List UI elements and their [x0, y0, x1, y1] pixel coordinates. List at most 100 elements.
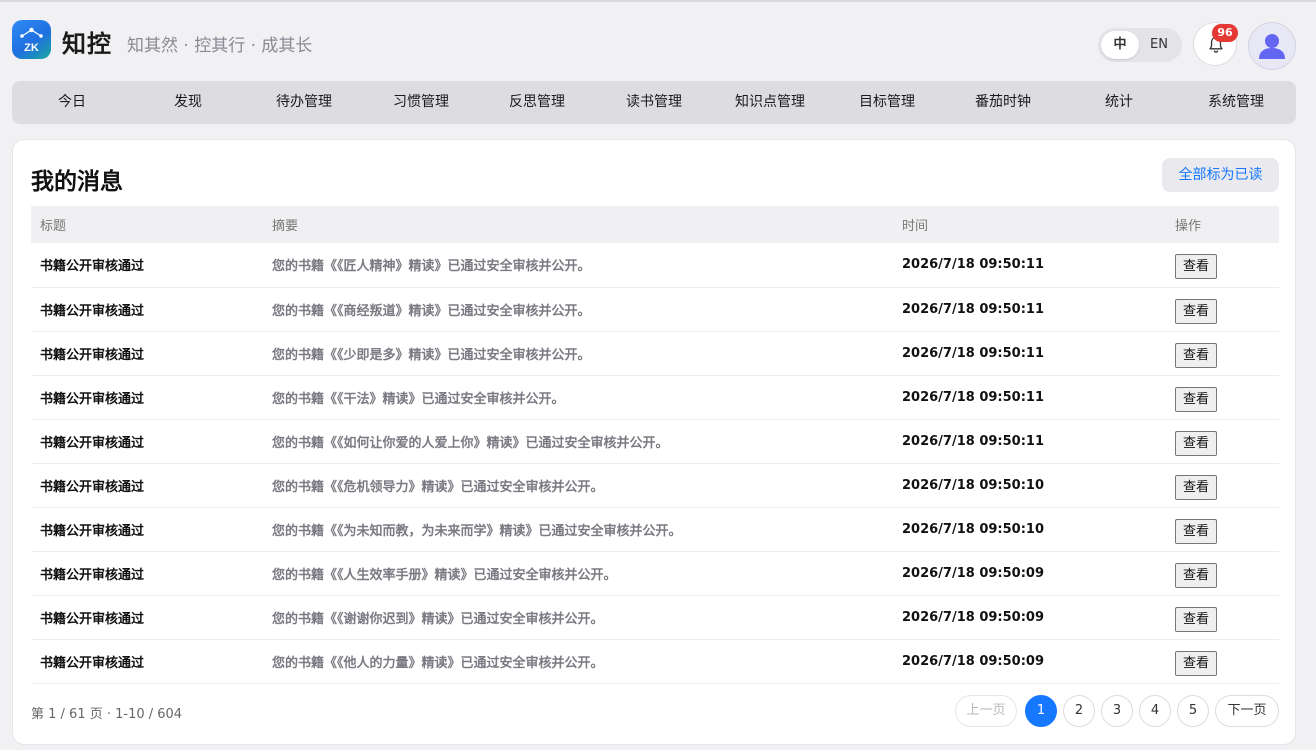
message-summary: 您的书籍《《干法》精读》已通过安全审核并公开。: [263, 375, 893, 420]
message-actions: 查看: [1166, 595, 1279, 640]
message-actions: 查看: [1166, 287, 1279, 332]
view-button[interactable]: 查看: [1175, 386, 1218, 412]
message-title: 书籍公开审核通过: [31, 331, 263, 376]
nav-item-habits[interactable]: 习惯管理: [363, 81, 479, 124]
message-actions: 查看: [1166, 639, 1279, 684]
message-actions: 查看: [1166, 419, 1279, 464]
column-header-time: 时间: [893, 206, 1166, 243]
page-button-2[interactable]: 2: [1063, 695, 1095, 727]
message-title: 书籍公开审核通过: [31, 595, 263, 640]
message-actions: 查看: [1166, 243, 1279, 288]
messages-card: 我的消息 全部标为已读 标题 摘要 时间 操作 书籍公开审核通过 您的书籍《《匠…: [12, 139, 1296, 745]
message-time: 2026/7/18 09:50:11: [893, 287, 1166, 332]
message-summary: 您的书籍《《谢谢你迟到》精读》已通过安全审核并公开。: [263, 595, 893, 640]
language-switch[interactable]: 中 EN: [1098, 28, 1182, 62]
column-header-title: 标题: [31, 206, 263, 243]
app-header: ZK 知控 知其然 · 控其行 · 成其长 中 EN 96: [0, 2, 1316, 78]
message-time: 2026/7/18 09:50:11: [893, 331, 1166, 376]
message-summary: 您的书籍《《人生效率手册》精读》已通过安全审核并公开。: [263, 551, 893, 596]
table-row: 书籍公开审核通过 您的书籍《《人生效率手册》精读》已通过安全审核并公开。 202…: [31, 551, 1279, 596]
message-summary: 您的书籍《《他人的力量》精读》已通过安全审核并公开。: [263, 639, 893, 684]
page-button-4[interactable]: 4: [1139, 695, 1171, 727]
message-title: 书籍公开审核通过: [31, 375, 263, 420]
lang-option-zh[interactable]: 中: [1101, 31, 1139, 59]
nav-item-stats[interactable]: 统计: [1061, 81, 1177, 124]
view-button[interactable]: 查看: [1175, 606, 1218, 632]
message-actions: 查看: [1166, 507, 1279, 552]
message-summary: 您的书籍《《商经叛道》精读》已通过安全审核并公开。: [263, 287, 893, 332]
view-button[interactable]: 查看: [1175, 254, 1218, 280]
table-header-row: 标题 摘要 时间 操作: [31, 206, 1279, 243]
brand-name: 知控: [62, 30, 112, 58]
message-summary: 您的书籍《《如何让你爱的人爱上你》精读》已通过安全审核并公开。: [263, 419, 893, 464]
nav-item-discover[interactable]: 发现: [130, 81, 246, 124]
message-summary: 您的书籍《《危机领导力》精读》已通过安全审核并公开。: [263, 463, 893, 508]
table-row: 书籍公开审核通过 您的书籍《《少即是多》精读》已通过安全审核并公开。 2026/…: [31, 331, 1279, 376]
message-title: 书籍公开审核通过: [31, 639, 263, 684]
message-actions: 查看: [1166, 375, 1279, 420]
message-title: 书籍公开审核通过: [31, 419, 263, 464]
column-header-actions: 操作: [1166, 206, 1279, 243]
mark-all-read-button[interactable]: 全部标为已读: [1162, 158, 1279, 192]
logo-text: ZK: [24, 42, 39, 54]
view-button[interactable]: 查看: [1175, 650, 1218, 676]
message-time: 2026/7/18 09:50:11: [893, 419, 1166, 464]
nav-item-pomodoro[interactable]: 番茄时钟: [945, 81, 1061, 124]
user-avatar[interactable]: [1248, 22, 1296, 70]
message-summary: 您的书籍《《少即是多》精读》已通过安全审核并公开。: [263, 331, 893, 376]
app-logo[interactable]: ZK: [12, 20, 51, 59]
message-actions: 查看: [1166, 551, 1279, 596]
nav-item-reflection[interactable]: 反思管理: [479, 81, 595, 124]
message-time: 2026/7/18 09:50:09: [893, 595, 1166, 640]
message-summary: 您的书籍《《匠人精神》精读》已通过安全审核并公开。: [263, 243, 893, 288]
next-page-button[interactable]: 下一页: [1215, 695, 1279, 727]
page-title: 我的消息: [31, 169, 123, 195]
page-button-1[interactable]: 1: [1025, 695, 1057, 727]
logo-network-icon: ZK: [20, 27, 43, 54]
message-time: 2026/7/18 09:50:10: [893, 463, 1166, 508]
main-nav: 今日 发现 待办管理 习惯管理 反思管理 读书管理 知识点管理 目标管理 番茄时…: [12, 81, 1296, 124]
message-actions: 查看: [1166, 463, 1279, 508]
table-row: 书籍公开审核通过 您的书籍《《危机领导力》精读》已通过安全审核并公开。 2026…: [31, 463, 1279, 508]
table-row: 书籍公开审核通过 您的书籍《《为未知而教，为未来而学》精读》已通过安全审核并公开…: [31, 507, 1279, 552]
table-row: 书籍公开审核通过 您的书籍《《匠人精神》精读》已通过安全审核并公开。 2026/…: [31, 243, 1279, 288]
message-time: 2026/7/18 09:50:10: [893, 507, 1166, 552]
lang-option-en[interactable]: EN: [1140, 31, 1178, 59]
notification-count-badge: 96: [1212, 24, 1238, 42]
nav-item-knowledge[interactable]: 知识点管理: [712, 81, 828, 124]
user-icon: [1259, 34, 1285, 59]
message-summary: 您的书籍《《为未知而教，为未来而学》精读》已通过安全审核并公开。: [263, 507, 893, 552]
table-row: 书籍公开审核通过 您的书籍《《如何让你爱的人爱上你》精读》已通过安全审核并公开。…: [31, 419, 1279, 464]
view-button[interactable]: 查看: [1175, 298, 1218, 324]
nav-item-today[interactable]: 今日: [14, 81, 130, 124]
prev-page-button[interactable]: 上一页: [955, 695, 1017, 727]
page-button-5[interactable]: 5: [1177, 695, 1209, 727]
column-header-summary: 摘要: [263, 206, 893, 243]
nav-item-system[interactable]: 系统管理: [1178, 81, 1294, 124]
message-time: 2026/7/18 09:50:09: [893, 639, 1166, 684]
message-time: 2026/7/18 09:50:09: [893, 551, 1166, 596]
view-button[interactable]: 查看: [1175, 430, 1218, 456]
message-title: 书籍公开审核通过: [31, 551, 263, 596]
message-time: 2026/7/18 09:50:11: [893, 375, 1166, 420]
table-row: 书籍公开审核通过 您的书籍《《干法》精读》已通过安全审核并公开。 2026/7/…: [31, 375, 1279, 420]
nav-item-goals[interactable]: 目标管理: [829, 81, 945, 124]
message-title: 书籍公开审核通过: [31, 507, 263, 552]
message-time: 2026/7/18 09:50:11: [893, 243, 1166, 288]
messages-table: 标题 摘要 时间 操作 书籍公开审核通过 您的书籍《《匠人精神》精读》已通过安全…: [31, 206, 1279, 684]
nav-item-todo[interactable]: 待办管理: [246, 81, 362, 124]
message-actions: 查看: [1166, 331, 1279, 376]
nav-item-reading[interactable]: 读书管理: [596, 81, 712, 124]
view-button[interactable]: 查看: [1175, 518, 1218, 544]
view-button[interactable]: 查看: [1175, 342, 1218, 368]
page-button-3[interactable]: 3: [1101, 695, 1133, 727]
message-title: 书籍公开审核通过: [31, 287, 263, 332]
view-button[interactable]: 查看: [1175, 474, 1218, 500]
table-row: 书籍公开审核通过 您的书籍《《商经叛道》精读》已通过安全审核并公开。 2026/…: [31, 287, 1279, 332]
view-button[interactable]: 查看: [1175, 562, 1218, 588]
message-title: 书籍公开审核通过: [31, 243, 263, 288]
pagination-info: 第 1 / 61 页 · 1-10 / 604: [31, 707, 183, 722]
table-row: 书籍公开审核通过 您的书籍《《谢谢你迟到》精读》已通过安全审核并公开。 2026…: [31, 595, 1279, 640]
brand-slogan: 知其然 · 控其行 · 成其长: [127, 36, 313, 56]
table-row: 书籍公开审核通过 您的书籍《《他人的力量》精读》已通过安全审核并公开。 2026…: [31, 639, 1279, 684]
